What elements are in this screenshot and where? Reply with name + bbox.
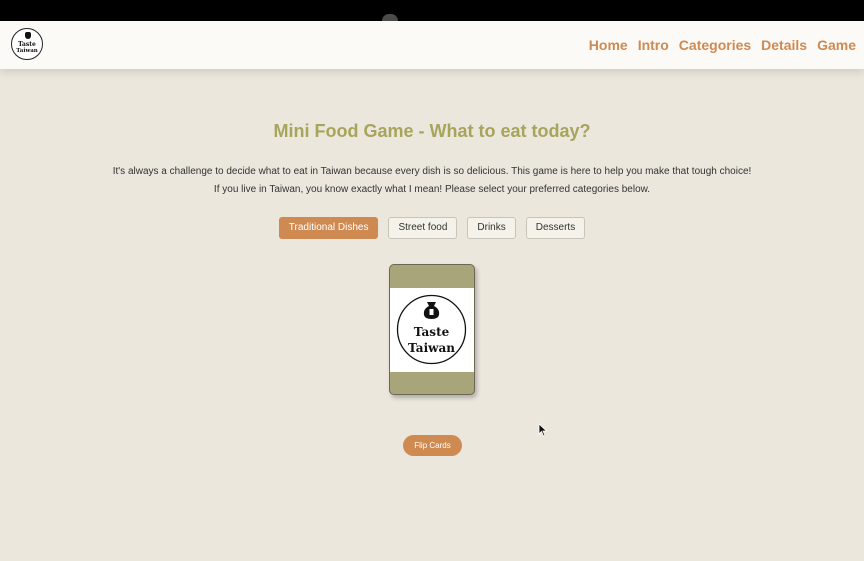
cursor-icon bbox=[538, 423, 548, 437]
category-desserts[interactable]: Desserts bbox=[525, 217, 586, 239]
category-traditional-dishes[interactable]: Traditional Dishes bbox=[278, 217, 379, 239]
nav-categories[interactable]: Categories bbox=[679, 37, 751, 53]
navbar: Taste Taiwan Home Intro Categories Detai… bbox=[0, 21, 864, 69]
taste-taiwan-logo-icon: Taste Taiwan bbox=[396, 294, 467, 365]
card-face: Taste Taiwan bbox=[390, 288, 474, 372]
category-drinks[interactable]: Drinks bbox=[467, 217, 516, 239]
game-card[interactable]: Taste Taiwan bbox=[389, 264, 475, 395]
nav-game[interactable]: Game bbox=[817, 37, 856, 53]
description-line-1: It's always a challenge to decide what t… bbox=[112, 166, 752, 177]
logo-text-line1: Taste bbox=[18, 41, 36, 48]
category-street-food[interactable]: Street food bbox=[388, 217, 458, 239]
nav-links: Home Intro Categories Details Game bbox=[589, 21, 856, 69]
flip-cards-button[interactable]: Flip Cards bbox=[403, 435, 462, 456]
nav-home[interactable]: Home bbox=[589, 37, 628, 53]
camera-notch bbox=[382, 14, 398, 21]
card-logo-line1: Taste bbox=[414, 325, 450, 339]
page-title: Mini Food Game - What to eat today? bbox=[273, 121, 591, 141]
logo-icon[interactable]: Taste Taiwan bbox=[11, 28, 43, 60]
bag-icon bbox=[25, 32, 31, 39]
category-buttons: Traditional Dishes Street food Drinks De… bbox=[0, 217, 864, 239]
nav-details[interactable]: Details bbox=[761, 37, 807, 53]
card-logo-line2: Taiwan bbox=[408, 341, 455, 355]
logo-text-line2: Taiwan bbox=[16, 48, 38, 54]
description-line-2: If you live in Taiwan, you know exactly … bbox=[213, 184, 651, 195]
screen-top-bar bbox=[0, 0, 864, 21]
nav-intro[interactable]: Intro bbox=[638, 37, 669, 53]
